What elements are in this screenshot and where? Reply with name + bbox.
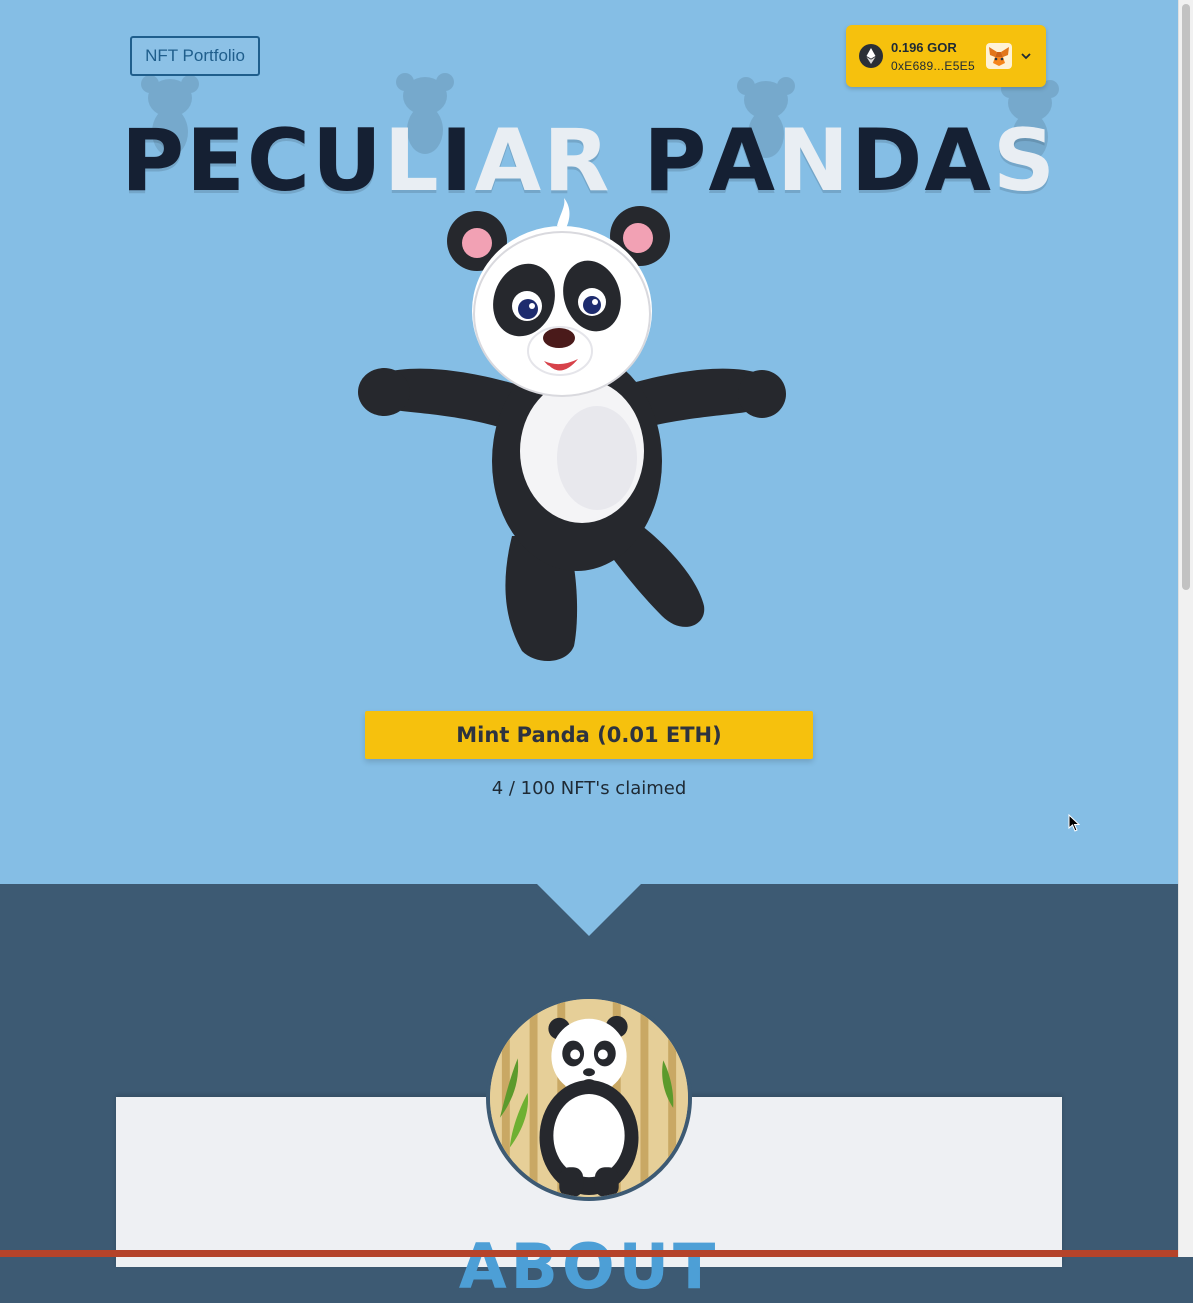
ethereum-icon bbox=[859, 44, 883, 68]
chevron-down-icon bbox=[1021, 53, 1031, 60]
about-panda-avatar bbox=[486, 995, 692, 1201]
wallet-connect-button[interactable]: 0.196 GOR 0xE689...E5E5 bbox=[846, 25, 1046, 87]
wallet-address: 0xE689...E5E5 bbox=[891, 59, 975, 73]
claimed-count-text: 4 / 100 NFT's claimed bbox=[491, 778, 687, 799]
mint-panda-button[interactable]: Mint Panda (0.01 ETH) bbox=[365, 711, 813, 759]
panda-character-image bbox=[358, 198, 786, 662]
hero-section: NFT Portfolio 0.196 GOR 0xE689...E5E5 PE… bbox=[0, 0, 1178, 884]
nft-portfolio-button[interactable]: NFT Portfolio bbox=[130, 36, 260, 76]
mouse-cursor-icon bbox=[1068, 814, 1080, 832]
metamask-fox-icon bbox=[986, 43, 1012, 69]
panda-avatar-image bbox=[490, 999, 688, 1197]
page-title: PECULIAR PANDAS bbox=[0, 118, 1178, 204]
section-divider-arrow bbox=[536, 883, 642, 936]
about-heading: ABOUT bbox=[458, 1230, 720, 1303]
scrollbar-thumb[interactable] bbox=[1182, 4, 1190, 590]
wallet-balance: 0.196 GOR bbox=[891, 40, 957, 55]
page-bottom-edge bbox=[0, 1250, 1178, 1257]
vertical-scrollbar[interactable] bbox=[1178, 0, 1193, 1257]
